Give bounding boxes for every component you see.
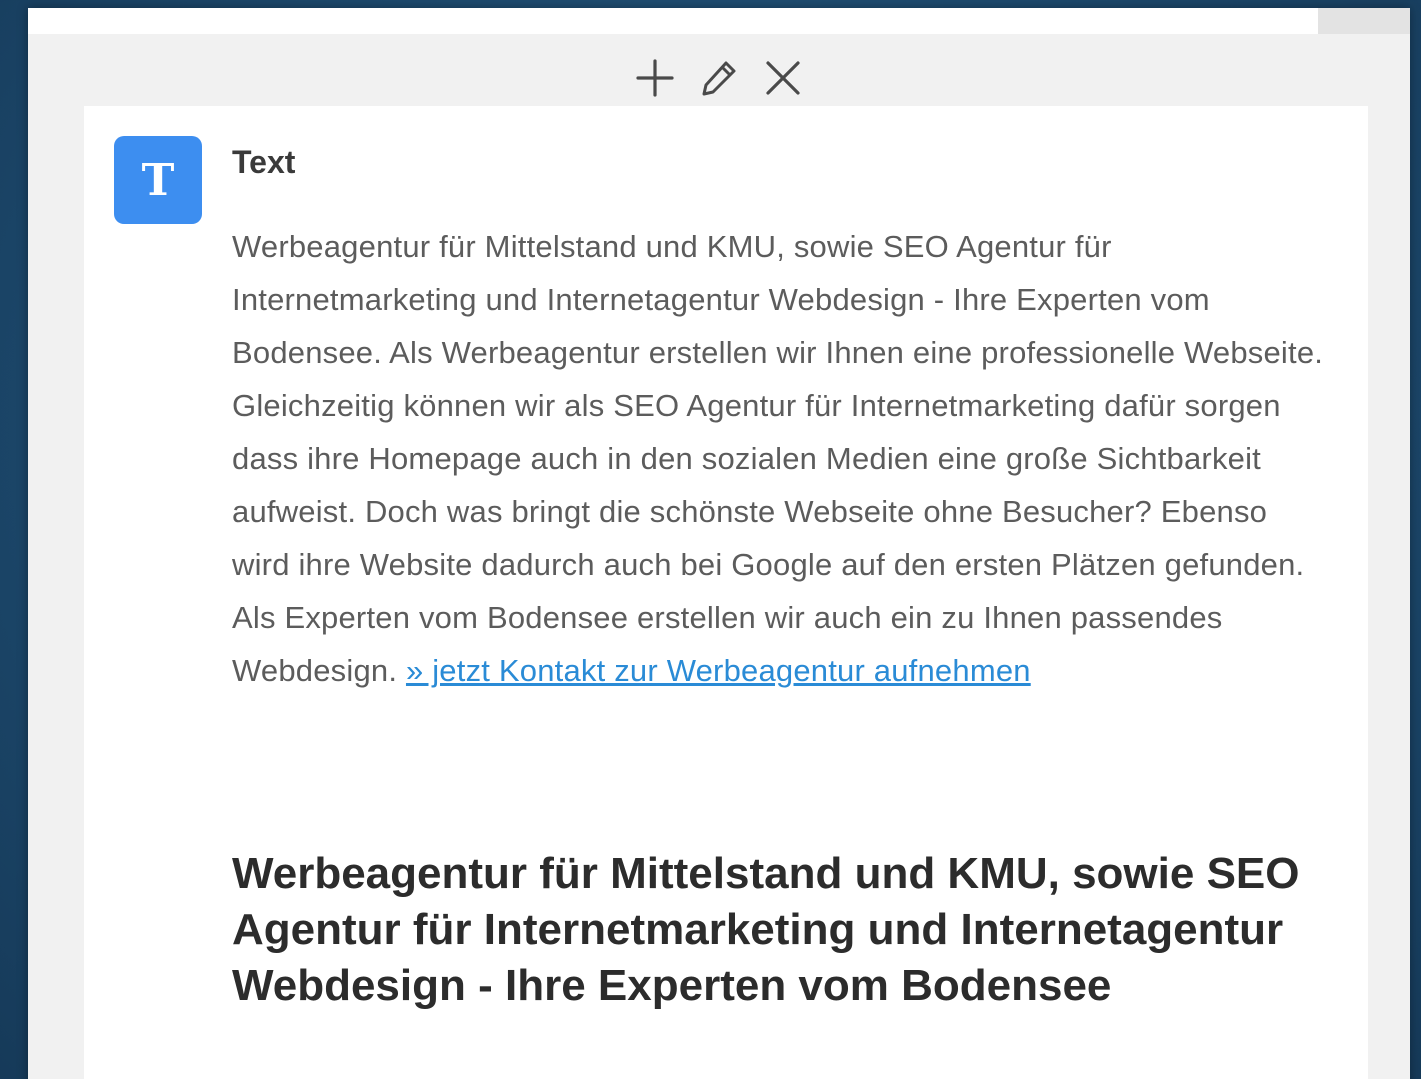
pencil-icon — [702, 61, 736, 96]
add-button[interactable] — [634, 57, 676, 99]
close-button[interactable] — [762, 57, 804, 99]
plus-icon — [636, 59, 674, 97]
panel-top-strip — [28, 8, 1318, 34]
text-module-icon-letter: T — [141, 154, 175, 206]
module-heading: Werbeagentur für Mittelstand und KMU, so… — [232, 849, 1300, 1010]
text-module-icon: T — [114, 136, 202, 224]
close-icon — [766, 61, 800, 95]
module-paragraph: Werbeagentur für Mittelstand und KMU, so… — [232, 220, 1332, 697]
module-title: Text — [232, 144, 296, 180]
module-toolbar — [28, 52, 1410, 104]
contact-link[interactable]: » jetzt Kontakt zur Werbeagentur aufnehm… — [406, 653, 1031, 688]
module-paragraph-text: Werbeagentur für Mittelstand und KMU, so… — [232, 229, 1324, 688]
panel-corner-handle — [1318, 8, 1410, 34]
text-module[interactable]: T Text Werbeagentur für Mittelstand und … — [84, 106, 1368, 1079]
edit-button[interactable] — [698, 57, 740, 99]
module-panel: T Text Werbeagentur für Mittelstand und … — [28, 8, 1410, 1079]
